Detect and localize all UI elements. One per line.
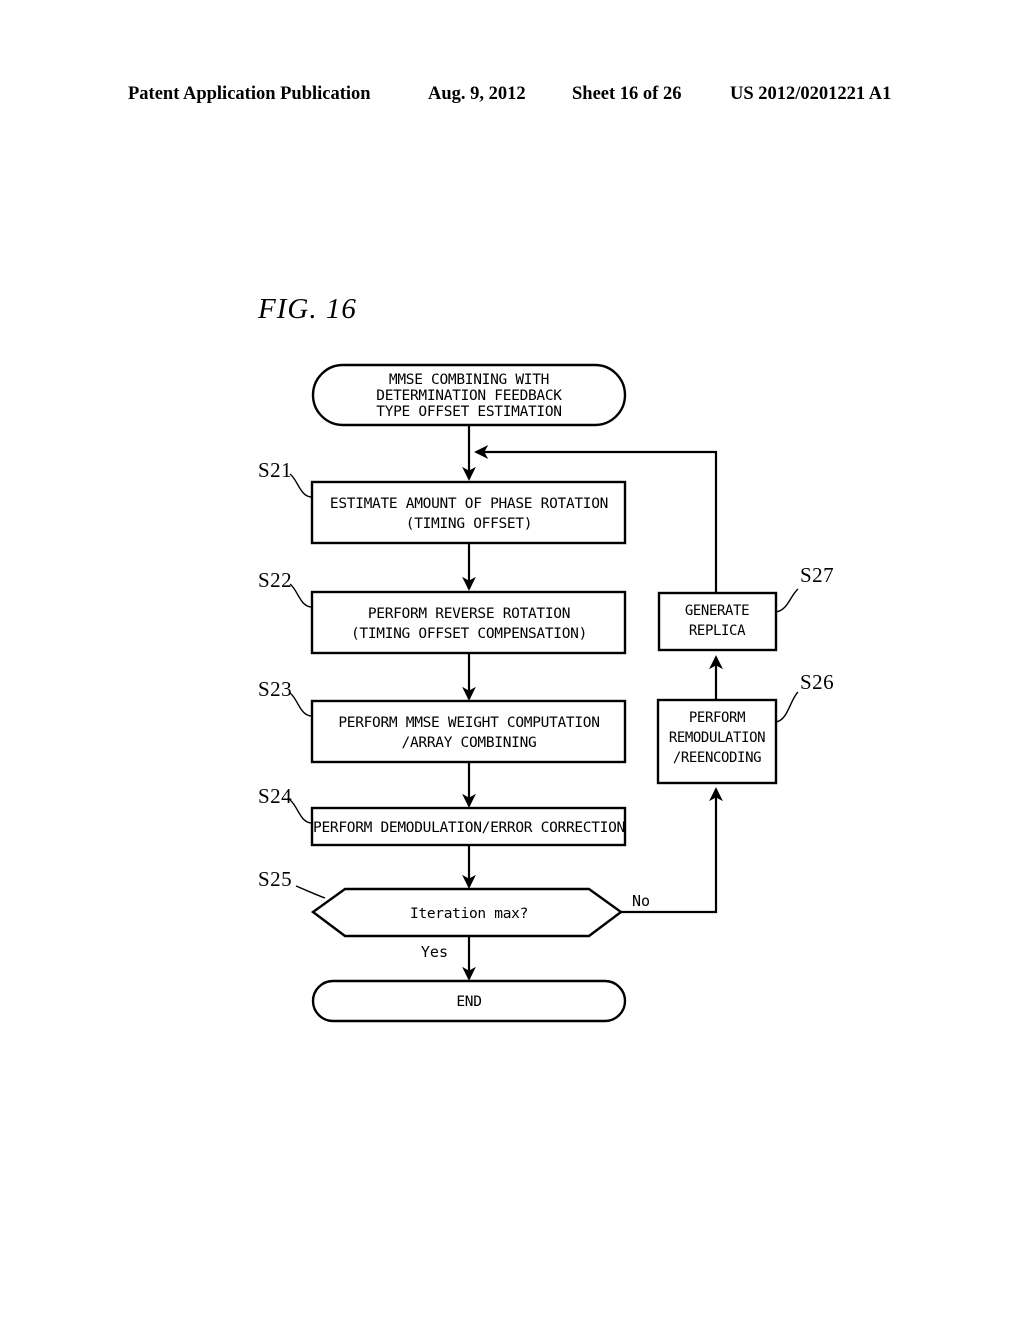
ref-label-s23: S23: [258, 677, 292, 701]
node-s26-line1: PERFORM: [689, 710, 745, 726]
node-s25-question: Iteration max?: [410, 906, 528, 922]
node-start-line2: DETERMINATION FEEDBACK: [376, 388, 562, 404]
branch-label-no: No: [632, 892, 650, 910]
node-s25: Iteration max? S25 Yes No: [258, 867, 650, 961]
flowchart-diagram: MMSE COMBINING WITH DETERMINATION FEEDBA…: [258, 363, 834, 1023]
node-end: END: [311, 979, 627, 1023]
node-s21-line2: (TIMING OFFSET): [406, 516, 532, 532]
node-s26-line2: REMODULATION: [669, 730, 765, 746]
node-s27-line1: GENERATE: [685, 603, 749, 619]
node-s22-line2: (TIMING OFFSET COMPENSATION): [351, 626, 587, 642]
node-s21: ESTIMATE AMOUNT OF PHASE ROTATION (TIMIN…: [258, 458, 627, 545]
node-s21-line1: ESTIMATE AMOUNT OF PHASE ROTATION: [330, 496, 608, 512]
node-s24-line1: PERFORM DEMODULATION/ERROR CORRECTION: [313, 820, 625, 836]
node-s26: PERFORM REMODULATION /REENCODING S26: [656, 670, 834, 785]
ref-label-s21: S21: [258, 458, 292, 482]
node-end-label: END: [456, 994, 481, 1010]
node-s22-line1: PERFORM REVERSE ROTATION: [368, 606, 570, 622]
branch-label-yes: Yes: [421, 943, 448, 961]
node-s23: PERFORM MMSE WEIGHT COMPUTATION /ARRAY C…: [258, 677, 627, 764]
node-s23-line2: /ARRAY COMBINING: [402, 735, 537, 751]
ref-label-s27: S27: [800, 563, 834, 587]
node-start: MMSE COMBINING WITH DETERMINATION FEEDBA…: [311, 363, 627, 427]
node-s27: GENERATE REPLICA S27: [657, 563, 834, 652]
node-start-line1: MMSE COMBINING WITH: [389, 372, 549, 388]
node-s22: PERFORM REVERSE ROTATION (TIMING OFFSET …: [258, 568, 627, 655]
patent-sheet-page: Patent Application Publication Aug. 9, 2…: [0, 0, 1024, 1320]
node-s24: PERFORM DEMODULATION/ERROR CORRECTION S2…: [258, 784, 627, 847]
ref-label-s24: S24: [258, 784, 292, 808]
node-s26-line3: /REENCODING: [673, 750, 761, 766]
ref-label-s22: S22: [258, 568, 292, 592]
node-s27-line2: REPLICA: [689, 623, 746, 639]
ref-label-s26: S26: [800, 670, 834, 694]
node-s23-line1: PERFORM MMSE WEIGHT COMPUTATION: [338, 715, 599, 731]
node-start-line3: TYPE OFFSET ESTIMATION: [376, 404, 561, 420]
ref-label-s25: S25: [258, 867, 292, 891]
